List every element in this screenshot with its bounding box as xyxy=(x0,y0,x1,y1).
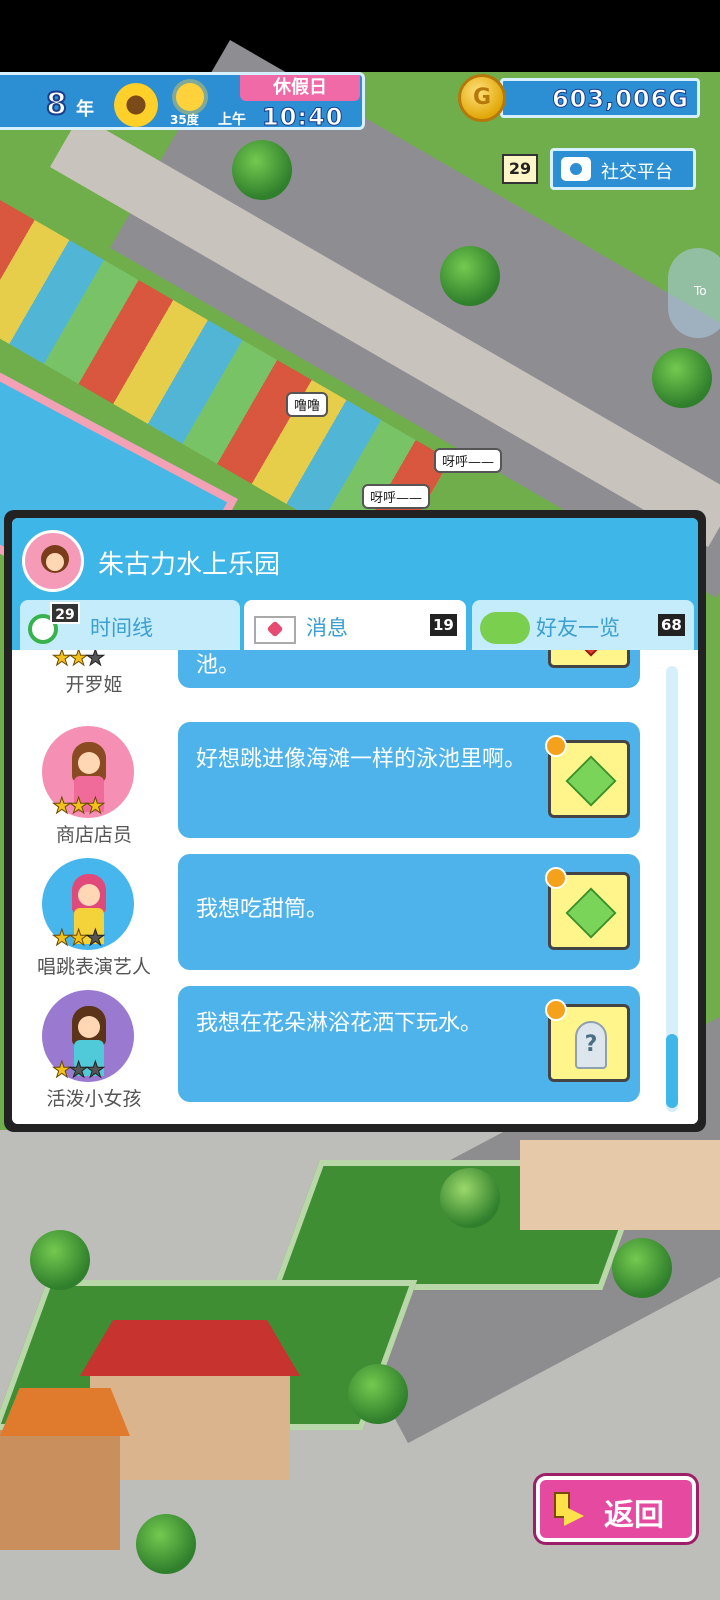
speech-bubble: 噜噜 xyxy=(286,392,329,417)
scrollbar-thumb[interactable] xyxy=(666,1034,678,1108)
message-panel-content: 朱古力水上乐园 29 时间线 消息 19 好友一览 68 ★★★ 开罗姬 池。 … xyxy=(12,518,698,1124)
messages-count-badge: 19 xyxy=(430,614,457,636)
star-rating: ★★★ xyxy=(52,794,106,820)
house-roof xyxy=(0,1388,130,1436)
status-bar-area xyxy=(0,0,720,72)
tab-timeline-label: 时间线 xyxy=(90,616,153,640)
list-item[interactable]: ★★★ 活泼小女孩 我想在花朵淋浴花洒下玩水。 ? xyxy=(12,986,698,1110)
timeline-count-badge: 29 xyxy=(50,602,80,624)
message-list[interactable]: ★★★ 开罗姬 池。 ★★★ 商店店员 好想跳进像海滩一样的泳池里啊。 ★★★ … xyxy=(12,650,698,1124)
year-unit: 年 xyxy=(76,99,94,120)
character-name: 唱跳表演艺人 xyxy=(36,956,151,978)
message-text: 池。 xyxy=(196,653,241,678)
tab-friends-label: 好友一览 xyxy=(536,616,620,640)
friends-icon xyxy=(480,612,530,644)
list-item[interactable]: ★★★ 开罗姬 池。 xyxy=(12,650,698,696)
character-name: 商店店员 xyxy=(55,824,132,846)
social-platform-label: 社交平台 xyxy=(601,162,673,183)
message-text: 我想在花朵淋浴花洒下玩水。 xyxy=(196,1011,483,1036)
year-value: 8 xyxy=(45,86,68,123)
tree-icon xyxy=(440,246,500,306)
temperature: 35度 xyxy=(170,113,199,127)
message-bubble: 我想在花朵淋浴花洒下玩水。 ? xyxy=(178,986,640,1102)
avatar-face xyxy=(78,1016,100,1038)
character-name: 开罗姬 xyxy=(65,674,123,696)
date-time-hud: 8 年 35度 上午 10:40 休假日 xyxy=(0,72,365,132)
return-arrow-icon xyxy=(554,1492,590,1526)
tree-icon xyxy=(232,140,292,200)
house[interactable] xyxy=(520,1140,720,1230)
tab-timeline[interactable]: 29 时间线 xyxy=(20,600,240,650)
tree-icon xyxy=(612,1238,672,1298)
gift-tag-icon xyxy=(545,999,567,1021)
message-panel: 朱古力水上乐园 29 时间线 消息 19 好友一览 68 ★★★ 开罗姬 池。 … xyxy=(4,510,706,1132)
mail-icon xyxy=(254,616,296,644)
star-rating: ★★★ xyxy=(52,650,106,672)
coin-symbol: G xyxy=(472,85,492,110)
side-handle-label: To xyxy=(694,284,707,298)
gift-tag-icon xyxy=(545,735,567,757)
character-name: 活泼小女孩 xyxy=(46,1088,142,1110)
gift-button[interactable] xyxy=(545,867,630,950)
message-bubble: 池。 xyxy=(178,650,640,688)
money-value: 603,006G xyxy=(551,85,689,114)
friends-count-badge: 68 xyxy=(658,614,685,636)
social-count-badge: 29 xyxy=(502,154,538,184)
gift-button[interactable] xyxy=(545,735,630,818)
green-item-icon xyxy=(565,887,617,939)
message-bubble: 我想吃甜筒。 xyxy=(178,854,640,970)
clock-time: 10:40 xyxy=(261,103,344,132)
tree-icon xyxy=(30,1230,90,1290)
social-platform-button[interactable]: 社交平台 xyxy=(550,148,696,190)
tree-icon xyxy=(136,1514,196,1574)
camera-icon xyxy=(561,157,591,181)
back-button[interactable]: 返回 xyxy=(536,1476,696,1542)
gift-button[interactable] xyxy=(548,650,630,668)
holiday-badge: 休假日 xyxy=(240,75,360,101)
money-display: 603,006G xyxy=(500,78,700,118)
gift-button[interactable]: ? xyxy=(545,999,630,1082)
coin-icon: G xyxy=(458,74,506,122)
tree-icon xyxy=(348,1364,408,1424)
house[interactable] xyxy=(0,1430,120,1550)
park-avatar xyxy=(22,530,84,592)
red-item-icon xyxy=(565,650,617,657)
gift-tag-icon xyxy=(545,867,567,889)
side-drawer-handle[interactable]: To xyxy=(668,248,720,338)
message-text: 好想跳进像海滩一样的泳池里啊。 xyxy=(196,747,527,772)
star-rating: ★★★ xyxy=(52,1058,106,1084)
list-item[interactable]: ★★★ 商店店员 好想跳进像海滩一样的泳池里啊。 xyxy=(12,722,698,846)
tree-icon xyxy=(652,348,712,408)
sun-weather-icon xyxy=(176,83,204,111)
green-item-icon xyxy=(565,755,617,807)
list-item[interactable]: ★★★ 唱跳表演艺人 我想吃甜筒。 xyxy=(12,854,698,978)
speech-bubble: 呀呼—— xyxy=(434,448,503,473)
tab-messages-label: 消息 xyxy=(306,616,348,640)
message-scrollbar[interactable] xyxy=(666,666,678,1112)
message-bubble: 好想跳进像海滩一样的泳池里啊。 xyxy=(178,722,640,838)
tab-messages[interactable]: 消息 19 xyxy=(244,600,466,650)
house-roof xyxy=(80,1320,300,1376)
sunflower-season-icon xyxy=(114,83,158,127)
mystery-item-icon: ? xyxy=(575,1021,607,1069)
avatar-face xyxy=(78,884,100,906)
palm-tree-icon xyxy=(440,1168,500,1228)
tab-friends[interactable]: 好友一览 68 xyxy=(472,600,694,650)
speech-bubble: 呀呼—— xyxy=(362,484,431,509)
back-button-label: 返回 xyxy=(604,1498,664,1533)
am-pm-label: 上午 xyxy=(218,112,246,128)
avatar-face xyxy=(78,752,100,774)
panel-header: 朱古力水上乐园 29 时间线 消息 19 好友一览 68 xyxy=(12,518,698,656)
star-rating: ★★★ xyxy=(52,926,106,952)
park-title: 朱古力水上乐园 xyxy=(98,550,281,580)
message-text: 我想吃甜筒。 xyxy=(196,897,329,922)
